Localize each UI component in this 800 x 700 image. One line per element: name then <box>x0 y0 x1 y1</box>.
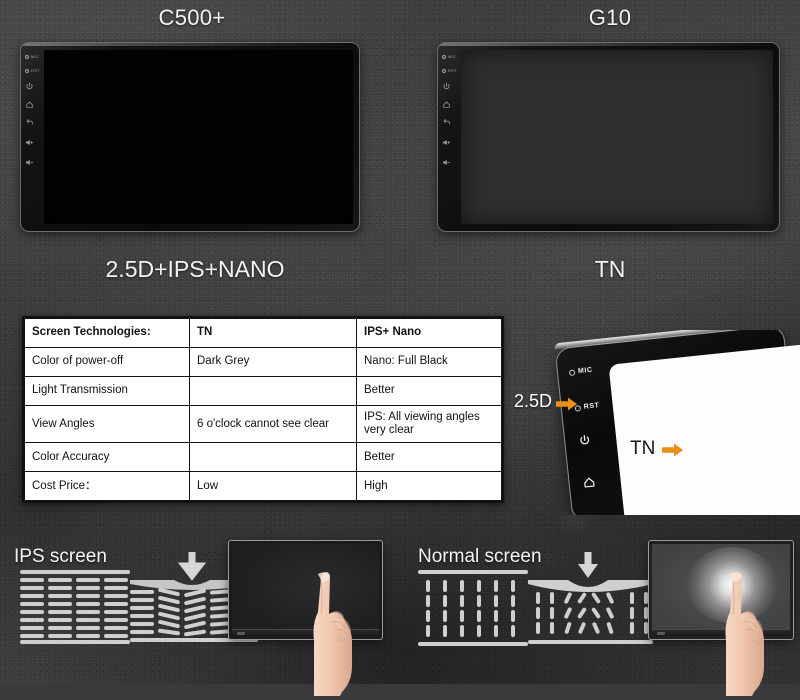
comparison-table: Screen Technologies: TN IPS+ Nano Color … <box>22 316 504 504</box>
mic-icon <box>568 368 576 376</box>
reset-button[interactable]: RST <box>25 68 40 73</box>
normal-monitor-brandmark <box>657 632 665 635</box>
tn-callout-arrow-icon <box>662 443 683 457</box>
table-row: Color Accuracy Better <box>24 442 502 473</box>
row-feature: Color of power-off <box>24 347 190 377</box>
row-ipsnano-value: Better <box>356 442 502 473</box>
table-row: Color of power-off Dark Grey Nano: Full … <box>24 347 502 377</box>
down-arrow-icon <box>177 552 207 581</box>
volume-down-button[interactable] <box>25 158 35 167</box>
reset-button[interactable]: RST <box>442 68 457 73</box>
table-row: Light Transmission Better <box>24 376 502 406</box>
mic-icon <box>442 54 446 59</box>
volume-down-icon <box>26 159 34 166</box>
mic-label: MIC <box>31 54 39 59</box>
table-header-ipsnano: IPS+ Nano <box>356 318 502 348</box>
ips-screen-label: IPS screen <box>14 546 107 567</box>
table-header-row: Screen Technologies: TN IPS+ Nano <box>24 318 502 348</box>
ips-crystal-grid-normal <box>20 570 130 644</box>
home-icon <box>584 477 595 488</box>
two-point-five-d-label: 2.5D <box>514 391 553 411</box>
row-ipsnano-value: IPS: All viewing angles very clear <box>356 404 502 444</box>
row-tn-value: Low <box>189 471 357 502</box>
glass-power-button[interactable] <box>578 433 592 447</box>
volume-down-icon <box>443 159 451 166</box>
power-icon <box>580 435 590 445</box>
row-tn-value <box>189 442 357 473</box>
volume-up-icon <box>26 139 34 146</box>
row-feature: Cost Price： <box>24 471 190 502</box>
row-tn-value <box>189 376 357 406</box>
device-screen-nano <box>44 50 353 224</box>
power-icon <box>26 82 33 90</box>
row-tn-value: 6 o'clock cannot see clear <box>189 404 357 444</box>
back-button[interactable] <box>25 118 34 127</box>
volume-up-button[interactable] <box>442 138 452 147</box>
ips-monitor-brandmark <box>237 632 245 635</box>
volume-up-button[interactable] <box>25 138 35 147</box>
normal-crystal-grid-pressed <box>528 552 653 644</box>
volume-down-button[interactable] <box>442 158 452 167</box>
row-feature: Color Accuracy <box>24 442 190 473</box>
back-icon <box>26 119 33 125</box>
head-unit-c500plus[interactable]: MIC RST <box>20 42 360 232</box>
head-unit-g10[interactable]: MIC RST <box>437 42 780 232</box>
volume-up-icon <box>443 139 451 146</box>
device-screen-tn <box>461 50 773 224</box>
table-header-feature: Screen Technologies: <box>24 318 190 348</box>
reset-icon <box>25 68 29 73</box>
row-ipsnano-value: Nano: Full Black <box>356 347 502 377</box>
side-button-column: MIC RST <box>20 42 42 232</box>
tn-callout-label: TN <box>630 438 656 459</box>
down-arrow-icon <box>578 552 598 578</box>
glass-home-button[interactable] <box>582 475 596 489</box>
row-tn-value: Dark Grey <box>189 347 357 377</box>
two-point-five-d-arrow-icon <box>556 397 577 411</box>
mic-button[interactable]: MIC <box>25 54 39 59</box>
home-icon <box>26 101 33 108</box>
power-button[interactable] <box>442 82 451 91</box>
left-device-title: C500+ <box>158 5 226 30</box>
row-ipsnano-value: Better <box>356 376 502 406</box>
row-ipsnano-value: High <box>356 471 502 502</box>
home-button[interactable] <box>25 100 34 109</box>
table-row: View Angles 6 o'clock cannot see clear I… <box>24 404 502 444</box>
mic-button[interactable]: MIC <box>442 54 456 59</box>
glass-corner-screen <box>608 342 800 515</box>
table-row: Cost Price： Low High <box>24 471 502 502</box>
ips-touch-hand <box>313 572 352 696</box>
glass-edge-illustration: MIC RST MIC RST T <box>505 330 800 515</box>
table-header-tn: TN <box>189 318 357 348</box>
row-feature: View Angles <box>24 404 190 444</box>
reset-icon <box>442 68 446 73</box>
normal-touch-hand <box>725 572 764 696</box>
home-icon <box>443 101 450 108</box>
left-device-subtitle: 2.5D+IPS+NANO <box>105 256 285 282</box>
right-device-title: G10 <box>588 5 632 30</box>
mic-icon <box>25 54 29 59</box>
reset-label: RST <box>31 68 40 73</box>
two-point-five-d-device-corner: MIC RST <box>553 330 800 515</box>
row-feature: Light Transmission <box>24 376 190 406</box>
side-button-column: MIC RST <box>437 42 459 232</box>
back-button[interactable] <box>442 118 451 127</box>
power-button[interactable] <box>25 82 34 91</box>
right-device-subtitle: TN <box>594 256 626 282</box>
power-icon <box>443 82 450 90</box>
normal-crystal-grid-normal <box>418 570 528 646</box>
reset-label: RST <box>448 68 457 73</box>
normal-screen-label: Normal screen <box>418 546 542 567</box>
mic-label: MIC <box>448 54 456 59</box>
back-icon <box>443 119 450 125</box>
home-button[interactable] <box>442 100 451 109</box>
